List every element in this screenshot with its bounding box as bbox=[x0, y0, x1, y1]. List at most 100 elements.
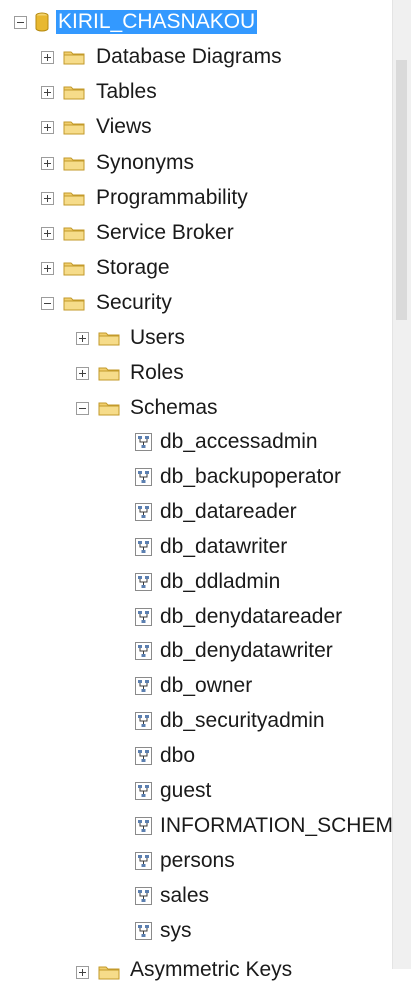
folder-icon bbox=[63, 227, 85, 241]
plus-box-icon[interactable] bbox=[41, 86, 54, 99]
tree-node-label: Database Diagrams bbox=[96, 45, 282, 68]
tree-node-schema[interactable]: db_ddladmin bbox=[0, 565, 392, 599]
tree-node-schema[interactable]: db_accessadmin bbox=[0, 425, 392, 459]
plus-box-icon[interactable] bbox=[41, 121, 54, 134]
tree-node-label: db_ddladmin bbox=[160, 570, 281, 593]
plus-box-icon[interactable] bbox=[41, 262, 54, 275]
tree-node-schema[interactable]: db_denydatawriter bbox=[0, 634, 392, 668]
schema-icon bbox=[135, 747, 152, 765]
tree-node-label: persons bbox=[160, 849, 235, 872]
tree-node-label: Synonyms bbox=[96, 151, 195, 174]
tree-node-views[interactable]: Views bbox=[0, 110, 392, 144]
schema-icon bbox=[135, 817, 152, 835]
schema-icon bbox=[135, 538, 152, 556]
minus-box-icon[interactable] bbox=[76, 402, 89, 415]
tree-node-schema[interactable]: db_datareader bbox=[0, 495, 392, 529]
tree-node-security[interactable]: Security bbox=[0, 286, 392, 320]
tree-node-label: INFORMATION_SCHEM bbox=[160, 814, 393, 837]
schema-icon bbox=[135, 712, 152, 730]
tree-node-schema[interactable]: db_securityadmin bbox=[0, 704, 392, 738]
folder-icon bbox=[98, 332, 120, 346]
tree-node-asymmetric-keys[interactable]: Asymmetric Keys bbox=[0, 955, 380, 989]
vertical-scrollbar[interactable] bbox=[392, 0, 411, 969]
tree-node-storage[interactable]: Storage bbox=[0, 251, 392, 285]
tree-node-label: Security bbox=[96, 291, 172, 314]
tree-node-label: db_denydatawriter bbox=[160, 639, 333, 662]
tree-node-schema[interactable]: db_backupoperator bbox=[0, 460, 392, 494]
object-explorer-tree: KIRIL_CHASNAKOU Database Diagrams Tables V… bbox=[0, 0, 411, 981]
tree-node-label: db_backupoperator bbox=[160, 465, 341, 488]
tree-node-schema[interactable]: db_owner bbox=[0, 669, 392, 703]
tree-node-label: Programmability bbox=[96, 186, 248, 209]
tree-node-tables[interactable]: Tables bbox=[0, 75, 392, 109]
schema-icon bbox=[135, 573, 152, 591]
folder-icon bbox=[63, 157, 85, 171]
plus-box-icon[interactable] bbox=[41, 51, 54, 64]
folder-icon bbox=[63, 192, 85, 206]
tree-node-label: Schemas bbox=[130, 396, 218, 419]
plus-box-icon[interactable] bbox=[41, 192, 54, 205]
tree-node-label: db_securityadmin bbox=[160, 709, 325, 732]
tree-node-schema[interactable]: persons bbox=[0, 844, 392, 878]
tree-node-schema[interactable]: db_datawriter bbox=[0, 530, 392, 564]
schema-icon bbox=[135, 503, 152, 521]
tree-node-schema[interactable]: db_denydatareader bbox=[0, 600, 392, 634]
minus-box-icon[interactable] bbox=[41, 297, 54, 310]
tree-node-schema[interactable]: guest bbox=[0, 774, 392, 808]
schema-icon bbox=[135, 887, 152, 905]
tree-node-label: sys bbox=[160, 919, 192, 942]
folder-icon bbox=[98, 402, 120, 416]
tree-node-label: dbo bbox=[160, 744, 196, 767]
tree-node-label: Tables bbox=[96, 80, 157, 103]
schema-icon bbox=[135, 433, 152, 451]
schema-icon bbox=[135, 782, 152, 800]
schema-icon bbox=[135, 677, 152, 695]
plus-box-icon[interactable] bbox=[41, 227, 54, 240]
tree-node-service-broker[interactable]: Service Broker bbox=[0, 216, 392, 250]
tree-node-database[interactable]: KIRIL_CHASNAKOU bbox=[0, 5, 300, 39]
tree-node-synonyms[interactable]: Synonyms bbox=[0, 146, 392, 180]
scrollbar-thumb[interactable] bbox=[396, 60, 407, 320]
tree-node-programmability[interactable]: Programmability bbox=[0, 181, 392, 215]
tree-node-schema[interactable]: sales bbox=[0, 879, 392, 913]
tree-node-users[interactable]: Users bbox=[0, 321, 392, 355]
tree-node-label: Storage bbox=[96, 256, 170, 279]
tree-node-roles[interactable]: Roles bbox=[0, 356, 392, 390]
database-label[interactable]: KIRIL_CHASNAKOU bbox=[56, 10, 258, 34]
tree-node-label: Service Broker bbox=[96, 221, 234, 244]
tree-node-label: Roles bbox=[130, 361, 184, 384]
schema-icon bbox=[135, 608, 152, 626]
tree-node-label: guest bbox=[160, 779, 212, 802]
folder-icon bbox=[98, 367, 120, 381]
folder-icon bbox=[63, 262, 85, 276]
tree-node-label: Views bbox=[96, 115, 152, 138]
tree-node-label: db_datawriter bbox=[160, 535, 288, 558]
tree-node-label: db_datareader bbox=[160, 500, 297, 523]
tree-node-schemas[interactable]: Schemas bbox=[0, 391, 392, 425]
folder-icon bbox=[63, 51, 85, 65]
folder-icon bbox=[63, 297, 85, 311]
tree-node-label: sales bbox=[160, 884, 210, 907]
minus-box-icon[interactable] bbox=[14, 16, 27, 29]
plus-box-icon[interactable] bbox=[76, 966, 89, 979]
folder-icon bbox=[63, 86, 85, 100]
tree-node-label: db_owner bbox=[160, 674, 253, 697]
schema-icon bbox=[135, 852, 152, 870]
schema-icon bbox=[135, 922, 152, 940]
tree-node-label: db_denydatareader bbox=[160, 605, 343, 628]
plus-box-icon[interactable] bbox=[41, 157, 54, 170]
tree-node-schema[interactable]: sys bbox=[0, 914, 392, 948]
database-icon bbox=[35, 12, 49, 32]
tree-node-label: db_accessadmin bbox=[160, 430, 318, 453]
tree-node-schema[interactable]: INFORMATION_SCHEM bbox=[0, 809, 393, 843]
schema-icon bbox=[135, 468, 152, 486]
tree-node-schema[interactable]: dbo bbox=[0, 739, 392, 773]
tree-node-label: Users bbox=[130, 326, 185, 349]
schema-icon bbox=[135, 642, 152, 660]
tree-node-label: Asymmetric Keys bbox=[130, 958, 293, 981]
folder-icon bbox=[98, 966, 120, 980]
plus-box-icon[interactable] bbox=[76, 367, 89, 380]
folder-icon bbox=[63, 121, 85, 135]
plus-box-icon[interactable] bbox=[76, 332, 89, 345]
tree-node-database-diagrams[interactable]: Database Diagrams bbox=[0, 40, 392, 74]
